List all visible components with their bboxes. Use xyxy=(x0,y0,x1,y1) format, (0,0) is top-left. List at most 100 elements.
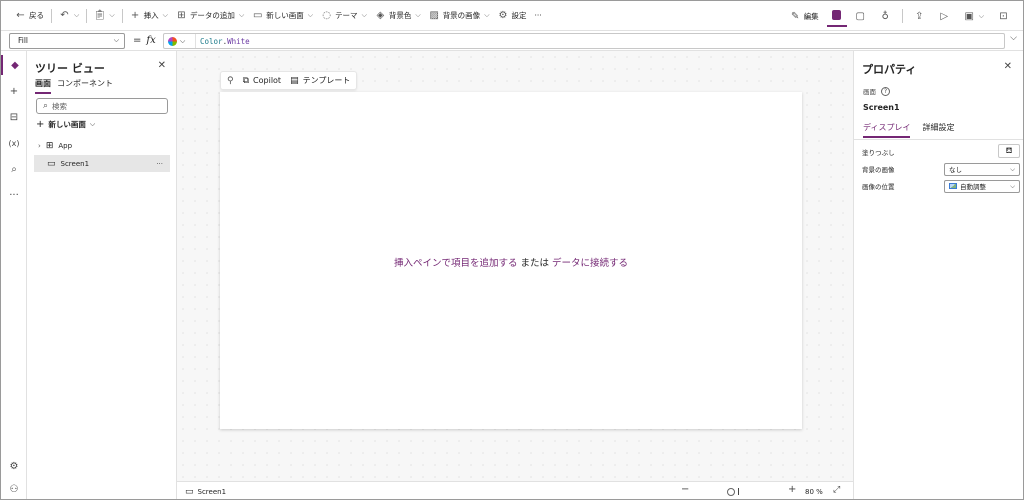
new-screen-label: 新しい画面 xyxy=(266,11,304,20)
share-button[interactable]: ⇪ xyxy=(908,5,931,27)
zoom-slider-tick xyxy=(738,488,739,495)
new-screen-button[interactable]: ▭ 新しい画面 ⌵ xyxy=(248,5,317,27)
search-icon[interactable]: ⌕ xyxy=(1,159,27,179)
screen-icon: ▭ xyxy=(47,158,56,169)
tab-screens[interactable]: 画面 xyxy=(35,78,51,94)
chevron-down-icon: ⌵ xyxy=(89,120,96,128)
settings-button[interactable]: ⚙ 設定 xyxy=(494,5,531,27)
divider xyxy=(901,9,903,23)
publish-button[interactable]: ⊡ xyxy=(992,5,1015,27)
plus-icon[interactable]: + xyxy=(1,81,27,101)
settings-icon[interactable]: ⚙ xyxy=(1,456,27,476)
zoom-in-button[interactable]: + xyxy=(788,484,796,495)
copilot-icon xyxy=(168,36,177,46)
insert-button[interactable]: + 挿入 ⌵ xyxy=(126,5,172,27)
tree-view-pane: ツリー ビュー ✕ 画面 コンポーネント ⌕ 検索 + 新しい画面 ⌵ › ⊞ … xyxy=(27,51,177,499)
database-icon[interactable]: ⊟ xyxy=(1,107,27,127)
play-button[interactable]: ▷ xyxy=(933,5,956,27)
fill-color-picker[interactable]: ⛾ xyxy=(998,144,1020,158)
undo-icon: ↶ xyxy=(60,10,69,21)
copilot-formula-button[interactable]: ⌵ xyxy=(164,34,196,48)
app-window: ← 戻る ↶ ⌵ 📋︎ ⌵ + 挿入 ⌵ ⊞ データの追加 ⌵ ▭ 新しい画面 … xyxy=(0,0,1024,500)
chevron-down-icon: ⌵ xyxy=(162,11,168,19)
property-value: Fill xyxy=(18,36,29,45)
tab-advanced[interactable]: 詳細設定 xyxy=(922,122,954,138)
divider xyxy=(121,8,123,23)
background-image-value: なし xyxy=(949,166,962,174)
connect-data-link[interactable]: データに接続する xyxy=(552,258,628,269)
image-fit-icon xyxy=(949,183,957,189)
comments-button[interactable]: ▢ xyxy=(849,5,872,27)
close-icon[interactable]: ✕ xyxy=(158,60,166,71)
app-checker-button[interactable] xyxy=(826,5,847,27)
back-button[interactable]: ← 戻る xyxy=(11,5,48,27)
paste-button[interactable]: 📋︎ ⌵ xyxy=(90,5,118,27)
image-position-select[interactable]: 自動調整 ⌵ xyxy=(944,179,1020,193)
comment-icon: ▢ xyxy=(855,10,865,22)
zoom-out-button[interactable]: − xyxy=(681,484,689,495)
edit-label: 編集 xyxy=(803,11,819,21)
control-type-label: 画面 xyxy=(863,88,876,96)
paint-bucket-icon: ◈ xyxy=(376,10,385,21)
fit-to-window-icon[interactable]: ⤢ xyxy=(833,485,840,495)
chevron-right-icon[interactable]: › xyxy=(38,142,41,150)
theme-label: テーマ xyxy=(335,11,358,20)
tree-node-label: App xyxy=(58,141,73,150)
chevron-down-icon[interactable]: ⌵ xyxy=(979,12,984,21)
close-icon[interactable]: ✕ xyxy=(1004,61,1012,72)
edit-button[interactable]: ✎ 編集 xyxy=(784,5,825,27)
background-image-label: 背景の画像 xyxy=(862,166,895,174)
help-icon[interactable]: ? xyxy=(881,86,890,96)
account-icon[interactable]: ⚇ xyxy=(1,479,27,499)
pencil-icon: ✎ xyxy=(790,10,800,22)
tree-view-title: ツリー ビュー xyxy=(35,62,105,75)
tab-display[interactable]: ディスプレイ xyxy=(863,122,911,138)
background-image-select[interactable]: なし ⌵ xyxy=(944,162,1020,176)
fx-icon[interactable]: fx xyxy=(146,35,155,46)
theme-button[interactable]: ◌ テーマ ⌵ xyxy=(317,5,371,27)
more-icon[interactable]: ··· xyxy=(1,185,27,205)
variables-icon[interactable]: (x) xyxy=(1,133,27,153)
chevron-down-icon: ⌵ xyxy=(238,11,245,19)
divider xyxy=(51,8,52,23)
zoom-slider-thumb[interactable] xyxy=(727,488,735,496)
paint-bucket-icon: ⛾ xyxy=(1005,146,1013,155)
more-button[interactable]: ··· xyxy=(531,5,546,27)
tree-node-app[interactable]: › ⊞ App xyxy=(34,137,170,154)
properties-tabs: ディスプレイ 詳細設定 xyxy=(863,122,954,138)
property-select[interactable]: Fill ⌵ xyxy=(9,32,125,49)
screen-selector[interactable]: ▭ Screen1 xyxy=(185,487,226,497)
screen-icon: ▭ xyxy=(185,487,194,497)
background-image-button[interactable]: ▨ 背景の画像 ⌵ xyxy=(425,5,494,27)
copilot-button[interactable]: ⧉ Copilot xyxy=(243,76,281,86)
screen1-canvas[interactable]: 挿入ペインで項目を追加する または データに接続する xyxy=(220,92,802,429)
chevron-down-icon[interactable]: ⌵ xyxy=(109,11,114,20)
new-screen-tree-button[interactable]: + 新しい画面 ⌵ xyxy=(36,119,95,130)
node-more-button[interactable]: ··· xyxy=(156,160,163,168)
control-name: Screen1 xyxy=(863,103,900,112)
chevron-down-icon: ⌵ xyxy=(113,36,119,44)
tree-search-input[interactable]: ⌕ 検索 xyxy=(36,98,168,114)
app-grid-icon: ⊞ xyxy=(45,140,54,151)
background-color-button[interactable]: ◈ 背景色 ⌵ xyxy=(371,5,425,27)
canvas-area: ⚲ ⧉ Copilot ▤ テンプレート 挿入ペインで項目を追加する または デ… xyxy=(177,51,853,481)
undo-button[interactable]: ↶ ⌵ xyxy=(55,5,83,27)
chevron-down-icon: ⌵ xyxy=(307,11,314,19)
save-button[interactable]: ▣ ⌵ xyxy=(958,5,990,27)
zoom-unit: % xyxy=(816,488,823,496)
insert-pane-link[interactable]: 挿入ペインで項目を追加する xyxy=(394,258,518,269)
health-button[interactable]: ♁ xyxy=(874,5,897,27)
formula-input[interactable]: ⌵ Color.White xyxy=(163,33,1005,49)
pin-icon[interactable]: ⚲ xyxy=(227,76,234,86)
properties-pane: プロパティ ✕ 画面 ? Screen1 ディスプレイ 詳細設定 塗りつぶし ⛾… xyxy=(853,51,1023,499)
divider xyxy=(86,8,88,23)
tab-components[interactable]: コンポーネント xyxy=(57,78,113,94)
layers-icon[interactable]: ◆ xyxy=(1,55,27,75)
tree-node-label: Screen1 xyxy=(60,159,90,168)
add-data-button[interactable]: ⊞ データの追加 ⌵ xyxy=(172,5,248,27)
tree-node-screen1[interactable]: ▭ Screen1 ··· xyxy=(34,155,170,172)
chevron-down-icon[interactable]: ⌵ xyxy=(74,11,79,20)
save-icon: ▣ xyxy=(964,10,974,22)
expand-formula-icon[interactable]: ⌵ xyxy=(1010,33,1017,43)
template-button[interactable]: ▤ テンプレート xyxy=(290,75,350,86)
